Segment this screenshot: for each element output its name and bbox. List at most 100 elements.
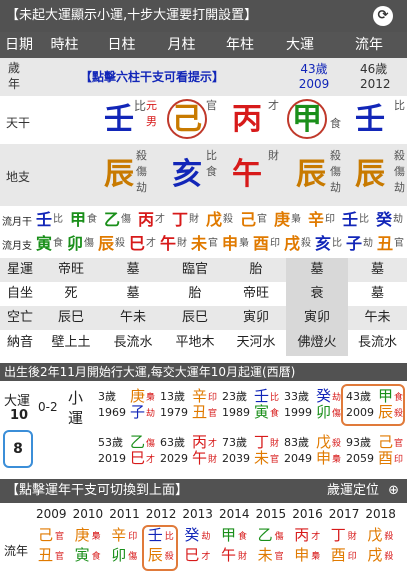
dayun-zhi[interactable]: 丑 bbox=[192, 405, 207, 420]
liunian-zhi[interactable]: 丑 bbox=[38, 548, 53, 563]
lnyue_row-char[interactable]: 壬 bbox=[342, 210, 358, 230]
dayun-gan[interactable]: 壬 bbox=[254, 389, 269, 404]
liunian-zhi[interactable]: 寅 bbox=[75, 548, 90, 563]
lnyue_row-char[interactable]: 丁 bbox=[172, 210, 188, 230]
liunian-gan[interactable]: 壬 bbox=[355, 103, 385, 137]
liunian-zhi[interactable]: 辰 bbox=[355, 158, 385, 192]
dayun-age[interactable]: 23歲 bbox=[222, 390, 247, 403]
dayun-age[interactable]: 3歲 bbox=[98, 390, 116, 403]
liunian-gan[interactable]: 戊 bbox=[367, 528, 382, 543]
dayun-gan[interactable]: 戊 bbox=[316, 435, 331, 450]
dayun-gan[interactable]: 甲 bbox=[292, 103, 322, 137]
liunian-gan[interactable]: 癸 bbox=[184, 528, 199, 543]
year-zhi[interactable]: 辰 bbox=[296, 158, 326, 192]
bottom-banner-left[interactable]: 【點擊運年干支可切換到上面】 bbox=[6, 483, 188, 498]
lnyue_zhi-char[interactable]: 巳 bbox=[129, 234, 145, 254]
liunian-gan[interactable]: 庚 bbox=[75, 528, 90, 543]
lnyue_zhi-char[interactable]: 辰 bbox=[98, 234, 114, 254]
hint-text[interactable]: 【點擊六柱干支可看提示】 bbox=[80, 68, 224, 85]
dayun-age[interactable]: 83歲 bbox=[284, 436, 309, 449]
target-icon[interactable]: ⊕ bbox=[388, 479, 399, 503]
lnyue_zhi-char[interactable]: 子 bbox=[346, 234, 362, 254]
dayun-age[interactable]: 43歲 bbox=[346, 390, 371, 403]
dayun-year[interactable]: 2019 bbox=[98, 452, 126, 465]
lnyue_row-char[interactable]: 丙 bbox=[138, 210, 154, 230]
lnyue_zhi-char[interactable]: 未 bbox=[191, 234, 207, 254]
liunian-zhi[interactable]: 戌 bbox=[367, 548, 382, 563]
dayun-year[interactable]: 2039 bbox=[222, 452, 250, 465]
liunian-gan[interactable]: 乙 bbox=[258, 528, 273, 543]
dayun-gan[interactable]: 丙 bbox=[192, 435, 207, 450]
lnyue_row-char[interactable]: 辛 bbox=[308, 210, 324, 230]
dayun-year[interactable]: 1989 bbox=[222, 406, 250, 419]
hour-gan[interactable]: 壬 bbox=[104, 103, 134, 137]
liunian-gan[interactable]: 壬 bbox=[148, 528, 163, 543]
dayun-gan[interactable]: 癸 bbox=[316, 389, 331, 404]
lnyue_row-char[interactable]: 壬 bbox=[36, 210, 52, 230]
dayun-age[interactable]: 63歲 bbox=[160, 436, 185, 449]
dayun-age[interactable]: 93歲 bbox=[346, 436, 371, 449]
hour-zhi[interactable]: 辰 bbox=[104, 158, 134, 192]
locate-label[interactable]: 歲運定位 bbox=[327, 479, 379, 503]
liunian-zhi[interactable]: 申 bbox=[294, 548, 309, 563]
lnyue_zhi-char[interactable]: 酉 bbox=[253, 234, 269, 254]
lnyue_row-char[interactable]: 乙 bbox=[104, 210, 120, 230]
liunian-zhi[interactable]: 辰 bbox=[148, 548, 163, 563]
lnyue_zhi-char[interactable]: 申 bbox=[222, 234, 238, 254]
liunian-zhi[interactable]: 巳 bbox=[184, 548, 199, 563]
liunian-gan[interactable]: 辛 bbox=[111, 528, 126, 543]
current-dayun-box[interactable]: 8 bbox=[3, 430, 33, 468]
dayun-age[interactable]: 33歲 bbox=[284, 390, 309, 403]
xiaoyun-label[interactable]: 小 運 bbox=[68, 388, 84, 428]
dayun-zhi[interactable]: 巳 bbox=[130, 451, 145, 466]
dayun-zhi[interactable]: 午 bbox=[192, 451, 207, 466]
liunian-zhi[interactable]: 未 bbox=[258, 548, 273, 563]
liunian-zhi[interactable]: 午 bbox=[221, 548, 236, 563]
liunian-gan[interactable]: 丁 bbox=[331, 528, 346, 543]
dayun-age[interactable]: 73歲 bbox=[222, 436, 247, 449]
dayun-gan[interactable]: 丁 bbox=[254, 435, 269, 450]
refresh-icon[interactable]: ⟳ bbox=[373, 6, 393, 26]
dayun-zhi[interactable]: 未 bbox=[254, 451, 269, 466]
dayun-gan[interactable]: 庚 bbox=[130, 389, 145, 404]
lnyue_row-char[interactable]: 己 bbox=[240, 210, 256, 230]
lnyue_zhi-char[interactable]: 亥 bbox=[315, 234, 331, 254]
dayun-zhi[interactable]: 申 bbox=[316, 451, 331, 466]
liunian-zhi[interactable]: 卯 bbox=[111, 548, 126, 563]
dayun-age[interactable]: 13歲 bbox=[160, 390, 185, 403]
lnyue_zhi-char[interactable]: 戌 bbox=[284, 234, 300, 254]
liunian-zhi[interactable]: 酉 bbox=[331, 548, 346, 563]
liunian-gan[interactable]: 己 bbox=[38, 528, 53, 543]
dayun-zhi[interactable]: 酉 bbox=[378, 451, 393, 466]
liunian-gan[interactable]: 丙 bbox=[294, 528, 309, 543]
lnyue_zhi-char[interactable]: 午 bbox=[160, 234, 176, 254]
dayun-zhi[interactable]: 辰 bbox=[378, 405, 393, 420]
lnyue_row-char[interactable]: 癸 bbox=[376, 210, 392, 230]
dayun-year[interactable]: 2059 bbox=[346, 452, 374, 465]
lnyue_zhi-char[interactable]: 寅 bbox=[36, 234, 52, 254]
dayun-year[interactable]: 2029 bbox=[160, 452, 188, 465]
dayun-year[interactable]: 2009 bbox=[346, 406, 374, 419]
dayun-gan[interactable]: 辛 bbox=[192, 389, 207, 404]
lnyue_row-char[interactable]: 甲 bbox=[70, 210, 86, 230]
dayun-gan[interactable]: 己 bbox=[378, 435, 393, 450]
dayun-zhi[interactable]: 寅 bbox=[254, 405, 269, 420]
lnyue_zhi-char[interactable]: 丑 bbox=[377, 234, 393, 254]
month-zhi[interactable]: 午 bbox=[232, 158, 262, 192]
lnyue_zhi-char[interactable]: 卯 bbox=[67, 234, 83, 254]
dayun-age[interactable]: 53歲 bbox=[98, 436, 123, 449]
dayun-year[interactable]: 1969 bbox=[98, 406, 126, 419]
dayun-gan[interactable]: 甲 bbox=[378, 389, 393, 404]
dayun-gan[interactable]: 乙 bbox=[130, 435, 145, 450]
dayun-year[interactable]: 1979 bbox=[160, 406, 188, 419]
liunian-gan[interactable]: 甲 bbox=[221, 528, 236, 543]
lnyue_row-char[interactable]: 庚 bbox=[274, 210, 290, 230]
day-gan[interactable]: 己 bbox=[172, 103, 202, 137]
dayun-zhi[interactable]: 子 bbox=[130, 405, 145, 420]
month-gan[interactable]: 丙 bbox=[232, 103, 262, 137]
dayun-year[interactable]: 2049 bbox=[284, 452, 312, 465]
dayun-zhi[interactable]: 卯 bbox=[316, 405, 331, 420]
day-zhi[interactable]: 亥 bbox=[172, 158, 202, 192]
dayun-year[interactable]: 1999 bbox=[284, 406, 312, 419]
lnyue_row-char[interactable]: 戊 bbox=[206, 210, 222, 230]
